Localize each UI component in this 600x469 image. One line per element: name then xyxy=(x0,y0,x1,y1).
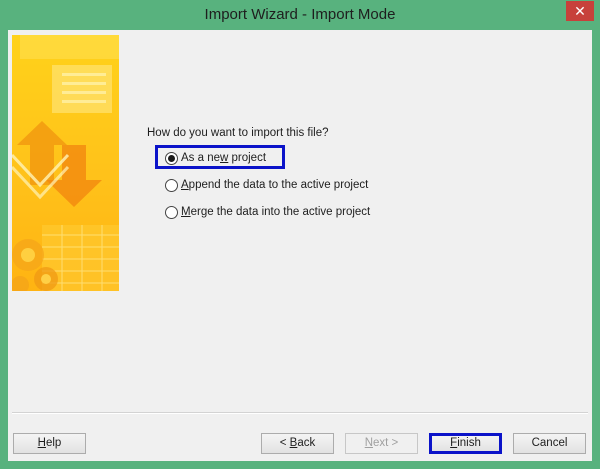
import-arrows-icon xyxy=(12,35,119,291)
radio-button[interactable] xyxy=(165,205,178,219)
radio-as-new-project[interactable]: As a new project xyxy=(165,149,266,167)
import-wizard-window: Import Wizard - Import Mode ✕ How do you… xyxy=(0,0,600,469)
close-button[interactable]: ✕ xyxy=(566,1,594,21)
wizard-banner-image xyxy=(12,35,119,291)
close-icon: ✕ xyxy=(574,3,586,19)
cancel-button[interactable]: Cancel xyxy=(513,433,586,454)
next-button[interactable]: Next > xyxy=(345,433,418,454)
import-question-label: How do you want to import this file? xyxy=(147,127,329,139)
title-bar: Import Wizard - Import Mode ✕ xyxy=(0,0,600,30)
window-title: Import Wizard - Import Mode xyxy=(204,6,396,23)
help-button[interactable]: Help xyxy=(13,433,86,454)
footer-divider xyxy=(12,412,588,414)
radio-button-selected[interactable] xyxy=(165,151,178,165)
radio-label-merge-data: Merge the data into the active project xyxy=(181,206,371,218)
radio-dot-icon xyxy=(168,154,175,162)
back-button[interactable]: < Back xyxy=(261,433,334,454)
radio-label-as-new-project: As a new project xyxy=(181,152,267,164)
radio-button[interactable] xyxy=(165,178,178,192)
radio-label-append-data: Append the data to the active project xyxy=(181,179,369,191)
radio-append-data[interactable]: Append the data to the active project xyxy=(165,176,368,194)
radio-merge-data[interactable]: Merge the data into the active project xyxy=(165,203,370,221)
finish-button[interactable]: Finish xyxy=(429,433,502,454)
dialog-client-area: How do you want to import this file? As … xyxy=(8,30,592,461)
